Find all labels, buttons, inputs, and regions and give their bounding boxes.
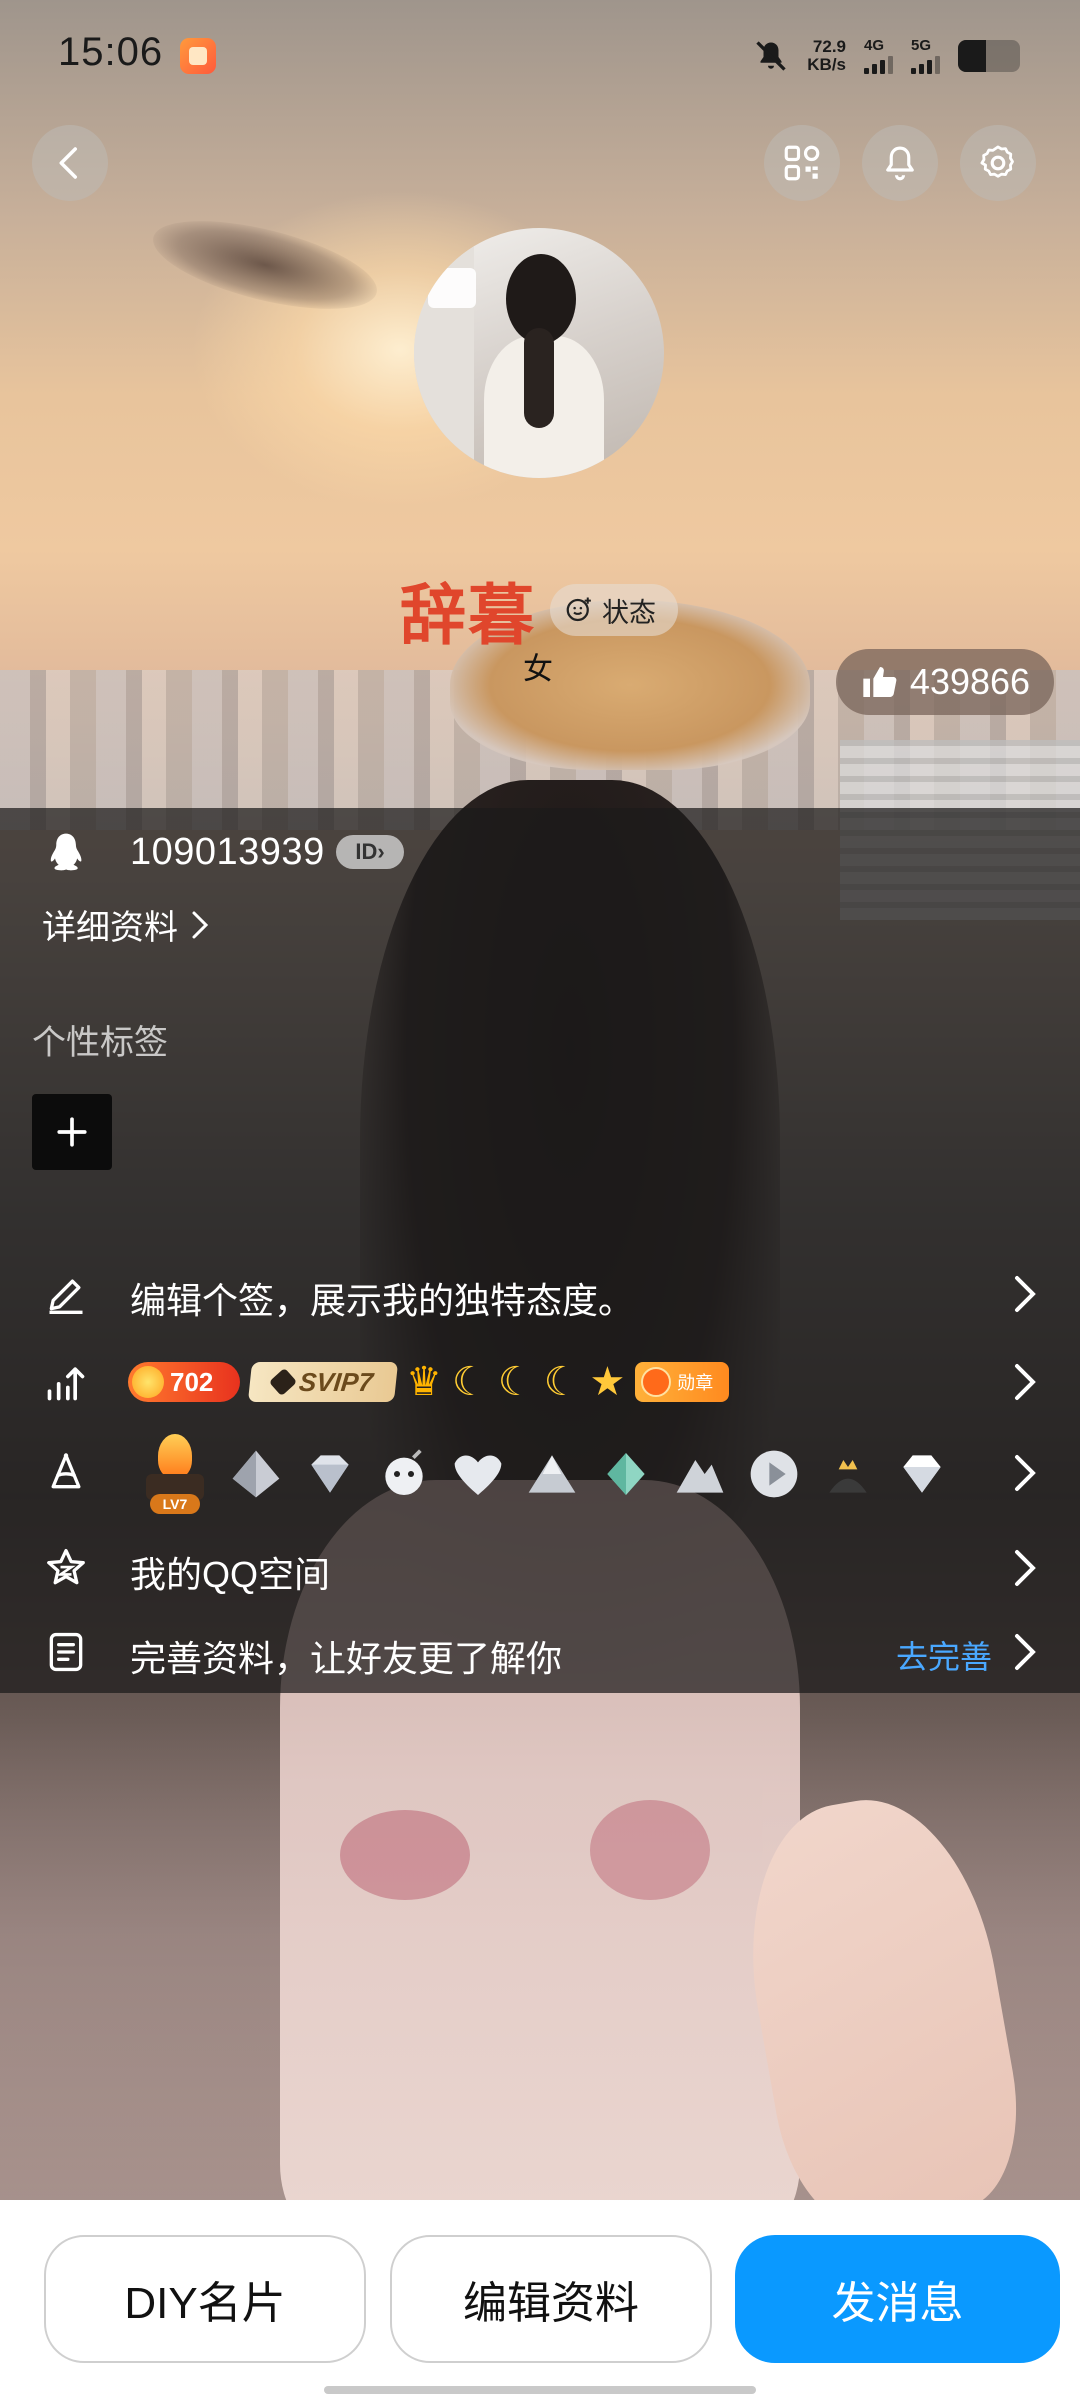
coin-level-badge: 702 <box>128 1362 240 1402</box>
chevron-right-icon <box>1015 1634 1036 1670</box>
username: 辞暮 <box>400 576 536 654</box>
document-icon <box>49 1632 83 1672</box>
crown-pile-gift-icon <box>820 1446 876 1502</box>
network-speed: 72.9 KB/s <box>807 37 846 74</box>
signature-row[interactable]: 编辑个签，展示我的独特态度。 <box>0 1262 1080 1326</box>
qzone-star-icon <box>47 1548 85 1585</box>
like-button[interactable]: 439866 <box>836 649 1054 715</box>
star-icon: ★ <box>589 1360 626 1404</box>
settings-gear-icon <box>980 145 1014 178</box>
qq-number-row[interactable]: 109013939 ID › <box>0 822 1080 882</box>
qzone-label: 我的QQ空间 <box>130 1554 331 1595</box>
avatar[interactable] <box>414 228 664 478</box>
app-badge-icon <box>180 38 216 74</box>
mute-bell-icon <box>756 41 786 71</box>
detail-profile-link[interactable]: 详细资料 <box>42 900 210 949</box>
status-time: 15:06 <box>58 30 164 74</box>
status-smiley-icon <box>566 597 591 622</box>
ice-mountain-gift-icon <box>524 1446 580 1502</box>
complete-profile-link[interactable]: 去完善 <box>896 1632 992 1678</box>
medal-badge: 勋章 <box>635 1362 730 1402</box>
send-message-button[interactable]: 发消息 <box>735 2235 1060 2363</box>
diy-card-button[interactable]: DIY名片 <box>44 2235 366 2363</box>
id-chip[interactable]: ID › <box>336 835 404 869</box>
back-icon <box>59 147 77 179</box>
level-rise-icon <box>47 1367 85 1401</box>
heart-gem-gift-icon <box>450 1446 506 1502</box>
personal-tags-title: 个性标签 <box>32 1024 168 1062</box>
diamond-gift-icon <box>302 1446 358 1502</box>
qq-number: 109013939 <box>130 830 325 873</box>
complete-profile-row[interactable]: 完善资料，让好友更了解你 去完善 <box>0 1620 1080 1684</box>
bell-icon <box>886 146 914 181</box>
gift-wall-row[interactable]: LV7 <box>0 1428 1080 1518</box>
green-gem-gift-icon <box>598 1446 654 1502</box>
qzone-row[interactable]: 我的QQ空间 <box>0 1536 1080 1600</box>
chevron-right-icon <box>1015 1455 1036 1491</box>
status-button[interactable]: 状态 <box>550 584 678 636</box>
chevron-right-icon <box>1015 1550 1036 1586</box>
signature-prompt: 编辑个签，展示我的独特态度。 <box>130 1280 635 1321</box>
chevron-right-icon <box>1015 1276 1036 1312</box>
gender-label: 女 <box>523 653 553 686</box>
complete-profile-prompt: 完善资料，让好友更了解你 <box>130 1638 563 1679</box>
bottom-action-bar: DIY名片 编辑资料 发消息 <box>0 2200 1080 2400</box>
signal-4g: 4G <box>864 38 893 74</box>
edit-profile-button[interactable]: 编辑资料 <box>390 2235 712 2363</box>
pencil-icon <box>49 1279 83 1314</box>
silver-pyramid-gift-icon <box>228 1446 284 1502</box>
moon-icon: ☾ <box>497 1360 534 1404</box>
qq-penguin-icon <box>50 833 82 871</box>
like-count: 439866 <box>909 661 1031 702</box>
settings-button[interactable] <box>960 125 1036 201</box>
qr-code-button[interactable] <box>764 125 840 201</box>
svip-badge: SVIP7 <box>247 1362 399 1402</box>
status-bar: 15:06 72.9 KB/s 4G 5G <box>0 0 1080 110</box>
signal-5g: 5G <box>911 38 940 74</box>
play-gift-icon <box>746 1446 802 1502</box>
battery-icon <box>958 40 1020 72</box>
moon-icon: ☾ <box>543 1360 580 1404</box>
bomb-face-gift-icon <box>376 1446 432 1502</box>
mountain-gift-icon <box>672 1446 728 1502</box>
white-diamond-gift-icon <box>894 1446 950 1502</box>
add-tag-button[interactable] <box>32 1094 112 1170</box>
back-button[interactable] <box>32 125 108 201</box>
home-indicator[interactable] <box>324 2386 756 2394</box>
crown-icon: ♛ <box>406 1360 442 1404</box>
level-badges-row[interactable]: 702 SVIP7 ♛ ☾ ☾ ☾ ★ 勋章 <box>0 1350 1080 1414</box>
plus-icon <box>57 1117 87 1147</box>
chevron-right-icon <box>192 911 209 938</box>
qr-code-icon <box>784 145 820 181</box>
lv7-badge: LV7 <box>140 1434 210 1514</box>
gift-bell-icon <box>51 1453 81 1489</box>
notification-button[interactable] <box>862 125 938 201</box>
chevron-right-icon <box>1015 1364 1036 1400</box>
thumbs-up-icon <box>863 667 897 697</box>
status-label: 状态 <box>602 597 656 628</box>
moon-icon: ☾ <box>451 1360 488 1404</box>
